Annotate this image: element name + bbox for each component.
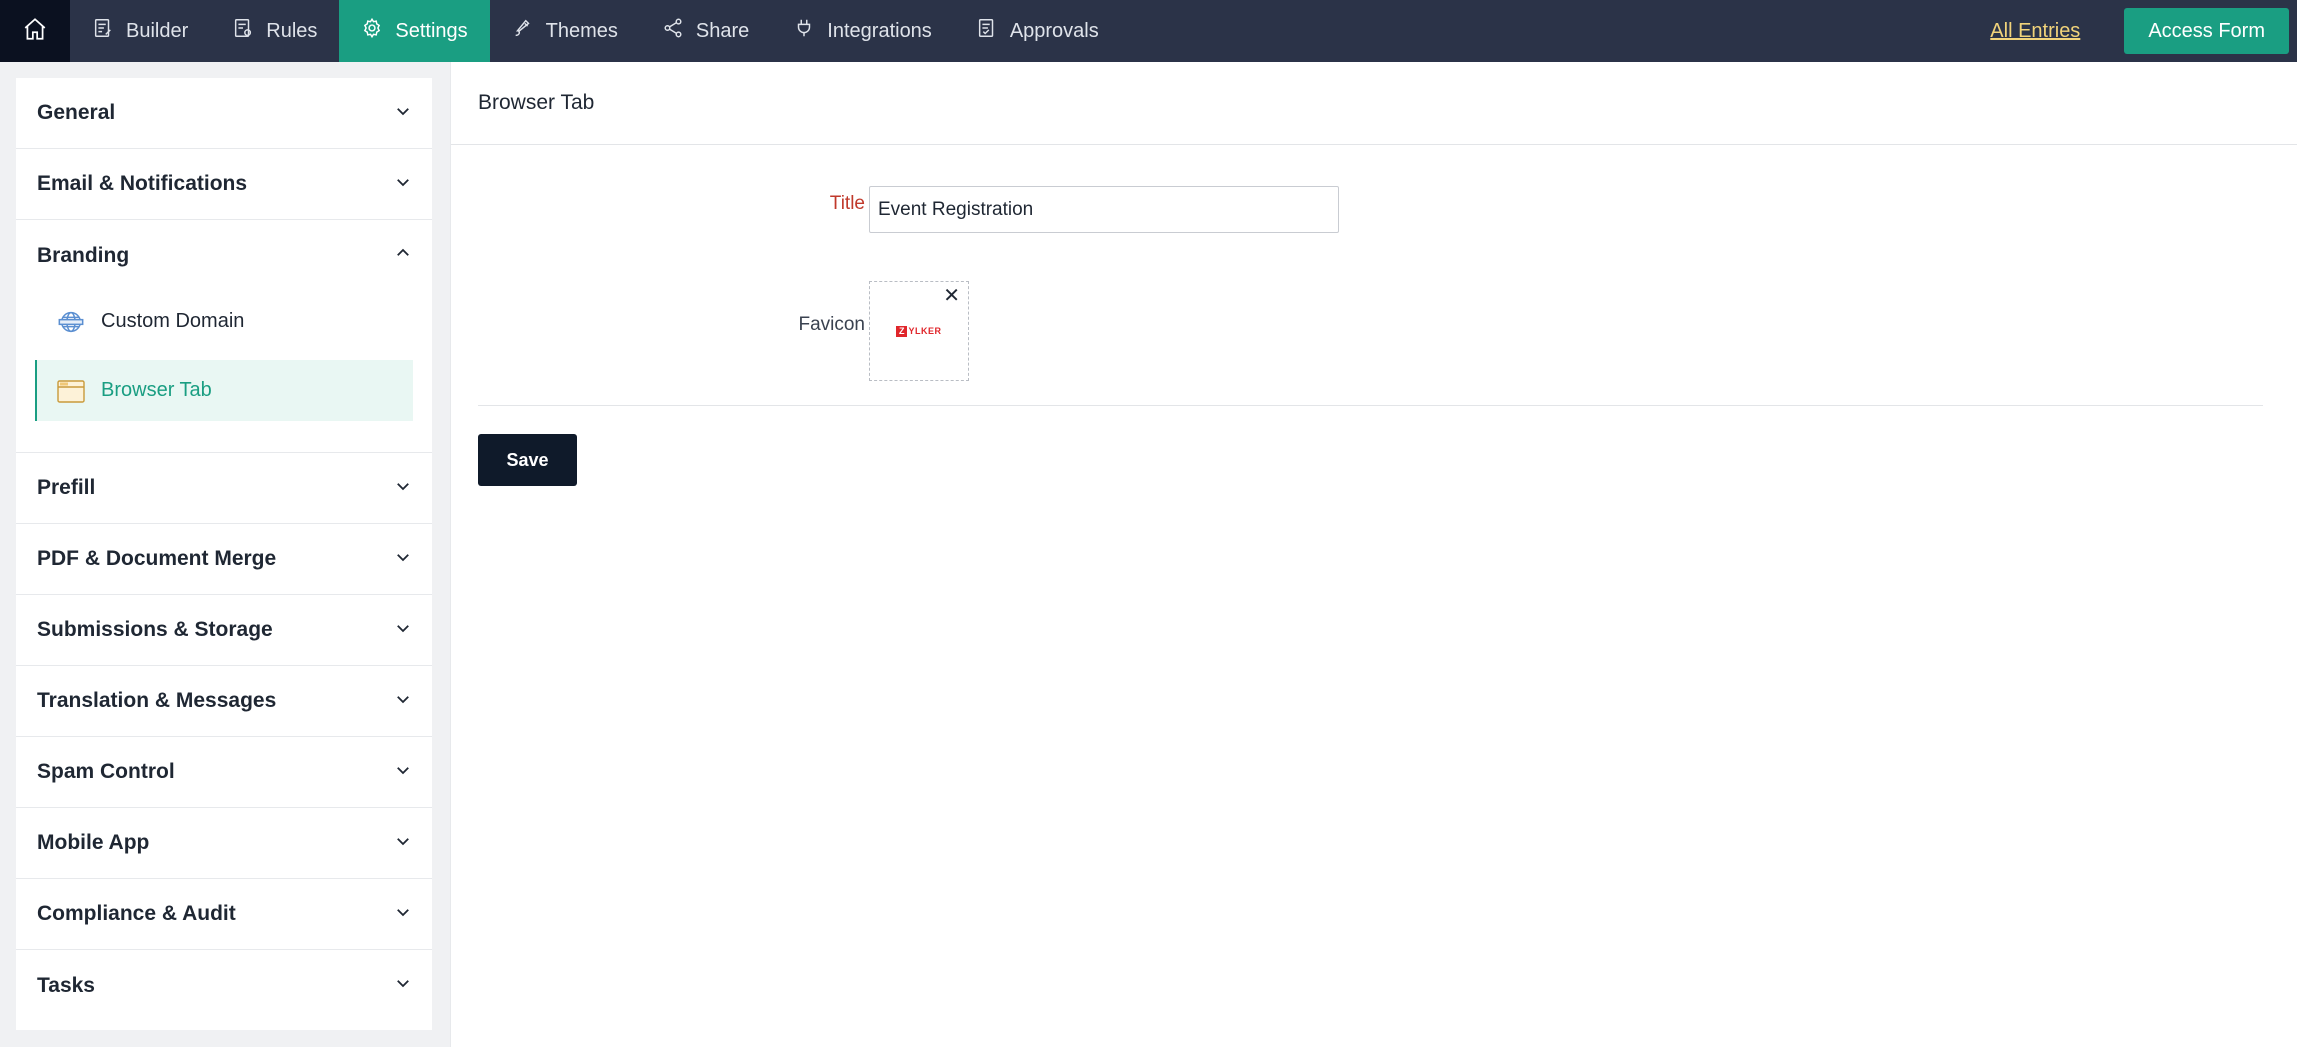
section-submissions-storage[interactable]: Submissions & Storage: [16, 595, 432, 666]
title-label: Title: [829, 193, 865, 214]
section-label: Submissions & Storage: [37, 618, 273, 641]
all-entries-link[interactable]: All Entries: [1990, 20, 2080, 43]
section-label: General: [37, 101, 116, 124]
nav-rules[interactable]: Rules: [210, 0, 339, 62]
favicon-logo-text: YLKER: [908, 326, 942, 336]
sidebar-item-label: Browser Tab: [101, 379, 212, 401]
nav-approvals[interactable]: Approvals: [954, 0, 1121, 62]
title-input[interactable]: [869, 186, 1339, 233]
nav-rules-label: Rules: [266, 19, 318, 42]
nav-share[interactable]: Share: [640, 0, 771, 62]
page-title: Browser Tab: [451, 62, 2297, 145]
chevron-down-icon: [394, 903, 412, 926]
section-label: PDF & Document Merge: [37, 547, 277, 570]
chevron-down-icon: [394, 619, 412, 642]
globe-icon: [57, 308, 85, 336]
nav-themes-label: Themes: [545, 19, 618, 42]
section-mobile-app[interactable]: Mobile App: [16, 808, 432, 879]
nav-settings-label: Settings: [395, 19, 468, 42]
sidebar-item-custom-domain[interactable]: Custom Domain: [35, 291, 413, 352]
top-nav: Builder Rules Settings Themes Share Inte…: [0, 0, 2297, 62]
section-spam-control[interactable]: Spam Control: [16, 737, 432, 808]
nav-builder[interactable]: Builder: [70, 0, 210, 62]
nav-settings[interactable]: Settings: [339, 0, 490, 62]
section-label: Mobile App: [37, 831, 150, 854]
chevron-down-icon: [394, 690, 412, 713]
favicon-upload[interactable]: ✕ Z YLKER: [869, 281, 969, 381]
nav-themes[interactable]: Themes: [490, 0, 640, 62]
favicon-preview: Z YLKER: [896, 325, 942, 337]
nav-share-label: Share: [695, 19, 750, 42]
section-label: Prefill: [37, 476, 96, 499]
gear-icon: [361, 17, 395, 45]
nav-integrations[interactable]: Integrations: [771, 0, 954, 62]
chevron-down-icon: [394, 477, 412, 500]
chevron-down-icon: [394, 761, 412, 784]
section-branding[interactable]: Branding: [16, 220, 432, 291]
close-icon[interactable]: ✕: [943, 286, 960, 306]
chevron-down-icon: [394, 102, 412, 125]
sidebar-item-label: Custom Domain: [101, 310, 245, 332]
nav-integrations-label: Integrations: [827, 19, 932, 42]
chevron-down-icon: [394, 173, 412, 196]
chevron-down-icon: [394, 832, 412, 855]
favicon-label: Favicon: [798, 314, 865, 335]
builder-icon: [92, 17, 126, 45]
chevron-up-icon: [394, 244, 412, 267]
section-general[interactable]: General: [16, 78, 432, 149]
save-button[interactable]: Save: [478, 434, 577, 486]
section-label: Branding: [37, 243, 130, 267]
section-label: Compliance & Audit: [37, 902, 236, 925]
rules-icon: [232, 17, 266, 45]
sidebar-item-browser-tab[interactable]: Browser Tab: [35, 360, 413, 421]
section-label: Email & Notifications: [37, 172, 248, 195]
nav-builder-label: Builder: [126, 19, 189, 42]
nav-right: All Entries Access Form: [1990, 0, 2297, 62]
settings-sidebar: General Email & Notifications Branding C…: [16, 78, 432, 1030]
branding-items: Custom Domain Browser Tab: [16, 291, 432, 453]
divider: [478, 405, 2263, 406]
brush-icon: [512, 17, 546, 45]
section-label: Tasks: [37, 973, 95, 997]
section-label: Spam Control: [37, 760, 175, 783]
section-tasks[interactable]: Tasks: [16, 950, 432, 1021]
home-icon: [22, 16, 48, 47]
plug-icon: [793, 17, 827, 45]
section-compliance-audit[interactable]: Compliance & Audit: [16, 879, 432, 950]
browser-tab-icon: [57, 378, 85, 404]
sidebar-container: General Email & Notifications Branding C…: [0, 62, 450, 1047]
access-form-button[interactable]: Access Form: [2124, 8, 2289, 54]
nav-approvals-label: Approvals: [1009, 19, 1099, 42]
share-icon: [662, 17, 696, 45]
section-prefill[interactable]: Prefill: [16, 453, 432, 524]
home-button[interactable]: [0, 0, 70, 62]
main-panel: Browser Tab Title Favicon ✕ ZYLKER Save: [450, 62, 2297, 1047]
approvals-icon: [976, 17, 1010, 45]
chevron-down-icon: [394, 974, 412, 997]
chevron-down-icon: [394, 548, 412, 571]
section-label: Translation & Messages: [37, 689, 277, 712]
zylker-logo-icon: Z: [896, 325, 908, 337]
section-translation-messages[interactable]: Translation & Messages: [16, 666, 432, 737]
section-pdf-document-merge[interactable]: PDF & Document Merge: [16, 524, 432, 595]
section-email-notifications[interactable]: Email & Notifications: [16, 149, 432, 220]
